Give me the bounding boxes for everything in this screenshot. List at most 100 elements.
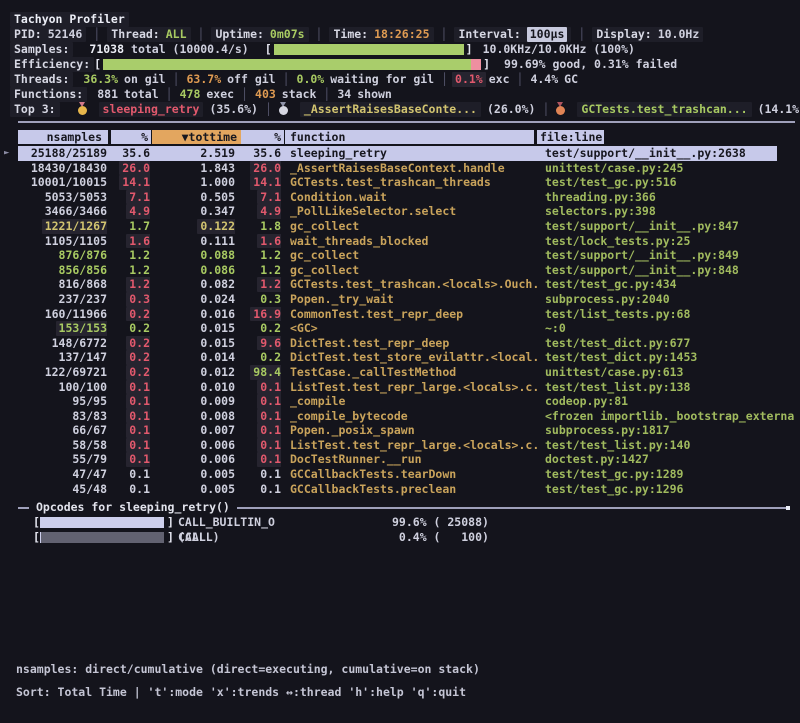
table-row[interactable]: 47/47 0.1 0.005 0.1 GCCallbackTests.tear…: [0, 467, 800, 482]
status-value: 0m07s: [270, 27, 305, 42]
threads-value: 0.0%: [297, 72, 325, 87]
column-header-pct-direct[interactable]: %: [111, 130, 151, 144]
table-row[interactable]: 856/856 1.2 0.086 1.2 gc_collect test/su…: [0, 263, 800, 278]
table-row[interactable]: 83/83 0.1 0.008 0.1 _compile_bytecode <f…: [0, 409, 800, 424]
table-row[interactable]: 876/876 1.2 0.088 1.2 gc_collect test/su…: [0, 248, 800, 263]
selected-row-arrow-icon: ►: [4, 146, 9, 161]
cell-text: subprocess.py:2040: [545, 292, 670, 306]
cell-text: _compile: [290, 394, 345, 408]
cell-text: 1.2: [260, 263, 281, 277]
cell-tottime: 0.014: [150, 350, 235, 365]
cell-file-line: test/test_list.py:138: [541, 380, 800, 395]
samples-suffix: total (10000.4/s): [131, 42, 249, 57]
column-header-function[interactable]: function: [285, 130, 534, 144]
functions-item: 34shown: [337, 87, 391, 102]
cell-text: 0.1: [260, 467, 281, 481]
cell-nsamples: 25188/25189: [18, 146, 107, 161]
top3-item[interactable]: _AssertRaisesBaseConte...(26.0%): [279, 102, 536, 117]
status-label: Thread:: [111, 27, 159, 42]
separator-bar: │: [166, 87, 173, 102]
cell-text: 0.006: [200, 438, 235, 452]
samples-row: Samples: 71038 total (10000.4/s) [ ] 10.…: [10, 42, 635, 57]
table-row[interactable]: 137/147 0.2 0.014 0.2 DictTest.test_stor…: [0, 350, 800, 365]
column-header-nsamples[interactable]: nsamples: [18, 130, 108, 144]
cell-tottime: 0.088: [150, 248, 235, 263]
table-row[interactable]: 3466/3466 4.9 0.347 4.9 _PollLikeSelecto…: [0, 204, 800, 219]
table-row[interactable]: 160/11966 0.2 0.016 16.9 CommonTest.test…: [0, 307, 800, 322]
cell-pct-direct: 0.1: [107, 452, 150, 467]
cell-text: 83/83: [72, 409, 107, 423]
column-header-tottime-sorted[interactable]: ▼tottime: [152, 130, 242, 144]
cell-function: TestCase._callTestMethod: [281, 365, 541, 380]
cell-text: 55/79: [72, 452, 107, 466]
table-row[interactable]: 237/237 0.3 0.024 0.3 Popen._try_wait su…: [0, 292, 800, 307]
status-segment: PID:52146: [10, 27, 86, 42]
table-row[interactable]: 18430/18430 26.0 1.843 26.0 _AssertRaise…: [0, 161, 800, 176]
bar-close-bracket: ]: [167, 530, 174, 545]
threads-value: 36.3%: [83, 72, 118, 87]
functions-value: 881: [97, 87, 118, 102]
cell-text: test/test_dict.py:1453: [545, 350, 697, 364]
table-row[interactable]: 122/69721 0.2 0.012 98.4 TestCase._callT…: [0, 365, 800, 380]
cell-text: 0.016: [200, 307, 235, 321]
cell-tottime: 0.086: [150, 263, 235, 278]
cell-pct-direct: 0.1: [107, 438, 150, 453]
cell-text: test/support/__init__.py:847: [545, 219, 739, 233]
column-header-file-line[interactable]: file:line: [537, 130, 604, 144]
cell-text: test/test_gc.py:1296: [545, 482, 683, 496]
cell-text: <GC>: [290, 321, 318, 335]
cell-tottime: 0.505: [150, 190, 235, 205]
table-row[interactable]: 45/48 0.1 0.005 0.1 GCCallbackTests.prec…: [0, 482, 800, 497]
cell-pct-cumulative: 0.1: [235, 467, 281, 482]
cell-text: 1.2: [257, 277, 281, 292]
cell-pct-cumulative: 26.0: [235, 161, 281, 176]
cell-tottime: 0.005: [150, 467, 235, 482]
table-row[interactable]: 816/868 1.2 0.082 1.2 GCTests.test_trash…: [0, 277, 800, 292]
cell-tottime: 2.519: [150, 146, 235, 161]
cell-text: 0.1: [257, 452, 281, 467]
cell-nsamples: 10001/10015: [18, 175, 107, 190]
table-row[interactable]: 66/67 0.1 0.007 0.1 Popen._posix_spawn s…: [0, 423, 800, 438]
table-row[interactable]: 1221/1267 1.7 0.122 1.8 gc_collect test/…: [0, 219, 800, 234]
cell-nsamples: 5053/5053: [18, 190, 107, 205]
top3-percentage: (26.0%): [487, 102, 535, 117]
cell-pct-direct: 1.2: [107, 277, 150, 292]
cell-text: 0.012: [200, 365, 235, 379]
cell-text: sleeping_retry: [290, 146, 387, 160]
cell-text: Popen._try_wait: [290, 292, 394, 306]
cell-text: test/test_gc.py:434: [545, 277, 677, 291]
table-row[interactable]: 10001/10015 14.1 1.000 14.1 GCTests.test…: [0, 175, 800, 190]
table-row[interactable]: 55/79 0.1 0.006 0.1 DocTestRunner.__run …: [0, 452, 800, 467]
cell-file-line: ~:0: [541, 321, 800, 336]
table-row[interactable]: 100/100 0.1 0.010 0.1 ListTest.test_repr…: [0, 380, 800, 395]
functions-unit: stack: [282, 87, 317, 102]
separator-bar: │: [323, 87, 330, 102]
table-row[interactable]: 25188/25189 35.6 2.519 35.6 sleeping_ret…: [0, 146, 800, 161]
threads-item: 4.4%GC: [530, 72, 578, 87]
samples-rate: 10.0KHz/10.0KHz (100%): [483, 42, 635, 57]
cell-nsamples: 55/79: [18, 452, 107, 467]
cell-text: gc_collect: [290, 248, 359, 262]
table-row[interactable]: 153/153 0.2 0.015 0.2 <GC> ~:0: [0, 321, 800, 336]
column-header-pct-cumulative[interactable]: %: [241, 130, 284, 144]
cell-text: 1.8: [260, 219, 281, 233]
cell-text: 0.024: [200, 292, 235, 306]
cell-pct-direct: 0.2: [107, 350, 150, 365]
cell-text: 0.010: [200, 380, 235, 394]
top3-item[interactable]: GCTests.test_trashcan...(14.1%): [556, 102, 800, 117]
top3-item[interactable]: sleeping_retry(35.6%): [78, 102, 258, 117]
cell-text: 0.1: [129, 467, 150, 481]
table-row[interactable]: 1105/1105 1.6 0.111 1.6 wait_threads_blo…: [0, 234, 800, 249]
status-segment: Uptime:0m07s: [211, 27, 308, 42]
cell-text: 0.2: [126, 350, 150, 365]
cell-text: 0.1: [257, 438, 281, 453]
cell-tottime: 0.024: [150, 292, 235, 307]
table-row[interactable]: 5053/5053 7.1 0.505 7.1 Condition.wait t…: [0, 190, 800, 205]
table-row[interactable]: 95/95 0.1 0.009 0.1 _compile codeop.py:8…: [0, 394, 800, 409]
table-row[interactable]: 58/58 0.1 0.006 0.1 ListTest.test_repr_l…: [0, 438, 800, 453]
cell-text: 16.9: [250, 307, 281, 322]
cell-text: 1.000: [200, 175, 235, 189]
cell-pct-direct: 1.2: [107, 248, 150, 263]
threads-item: 63.7%off gil: [187, 72, 276, 87]
table-row[interactable]: 148/6772 0.2 0.015 9.6 DictTest.test_rep…: [0, 336, 800, 351]
